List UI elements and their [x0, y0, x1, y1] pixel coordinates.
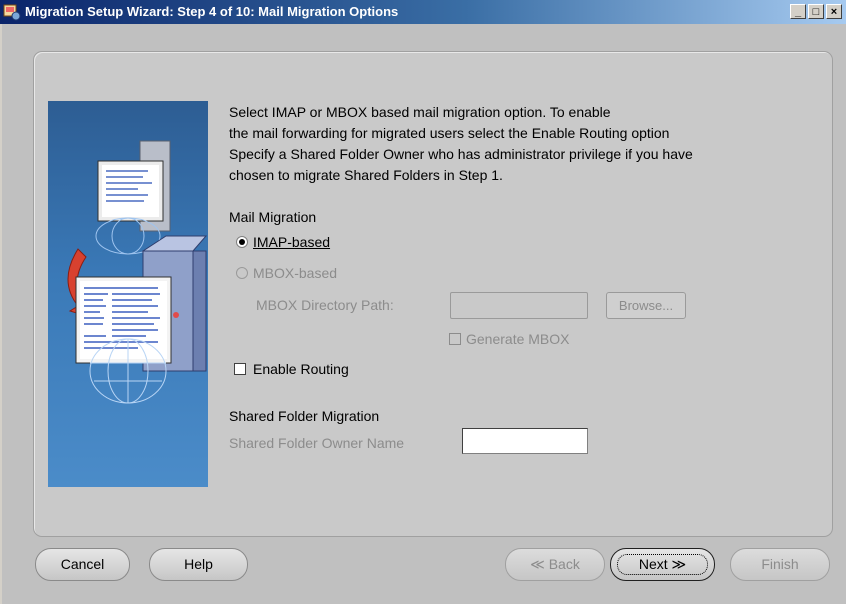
shared-folder-owner-input[interactable]	[462, 428, 588, 454]
migration-illustration-icon	[67, 140, 208, 404]
close-button[interactable]: ×	[826, 4, 842, 19]
shared-folder-owner-label: Shared Folder Owner Name	[229, 435, 405, 451]
enable-routing-checkbox[interactable]	[234, 363, 246, 375]
back-label: Back	[548, 556, 580, 572]
next-button[interactable]: Next ≫	[610, 548, 715, 581]
generate-mbox-label[interactable]: Generate MBOX	[466, 331, 570, 347]
chevron-left-icon: ≪	[530, 556, 549, 572]
imap-radio[interactable]	[236, 236, 248, 248]
browse-button[interactable]: Browse...	[606, 292, 686, 319]
instructions-text: Select IMAP or MBOX based mail migration…	[229, 102, 693, 186]
instructions-line: Select IMAP or MBOX based mail migration…	[229, 104, 611, 120]
back-button[interactable]: ≪ Back	[505, 548, 605, 581]
mbox-directory-label: MBOX Directory Path:	[256, 297, 394, 313]
instructions-line: Specify a Shared Folder Owner who has ad…	[229, 146, 693, 162]
mail-migration-heading: Mail Migration	[229, 209, 317, 225]
finish-button[interactable]: Finish	[730, 548, 830, 581]
imap-radio-label[interactable]: IMAP-based	[253, 234, 330, 250]
window-title: Migration Setup Wizard: Step 4 of 10: Ma…	[25, 4, 399, 19]
mbox-radio-label[interactable]: MBOX-based	[253, 265, 337, 281]
mbox-radio[interactable]	[236, 267, 248, 279]
help-button[interactable]: Help	[149, 548, 248, 581]
cancel-button[interactable]: Cancel	[35, 548, 130, 581]
mbox-directory-input[interactable]	[450, 292, 588, 319]
shared-folder-heading: Shared Folder Migration	[229, 408, 380, 424]
app-icon	[3, 4, 21, 21]
focus-indicator	[617, 554, 708, 575]
wizard-illustration	[48, 101, 208, 487]
maximize-button[interactable]: □	[808, 4, 824, 19]
title-bar: Migration Setup Wizard: Step 4 of 10: Ma…	[0, 0, 846, 24]
instructions-line: the mail forwarding for migrated users s…	[229, 125, 670, 141]
generate-mbox-checkbox[interactable]	[449, 333, 461, 345]
minimize-button[interactable]: _	[790, 4, 806, 19]
enable-routing-label[interactable]: Enable Routing	[253, 361, 349, 377]
instructions-line: chosen to migrate Shared Folders in Step…	[229, 167, 503, 183]
